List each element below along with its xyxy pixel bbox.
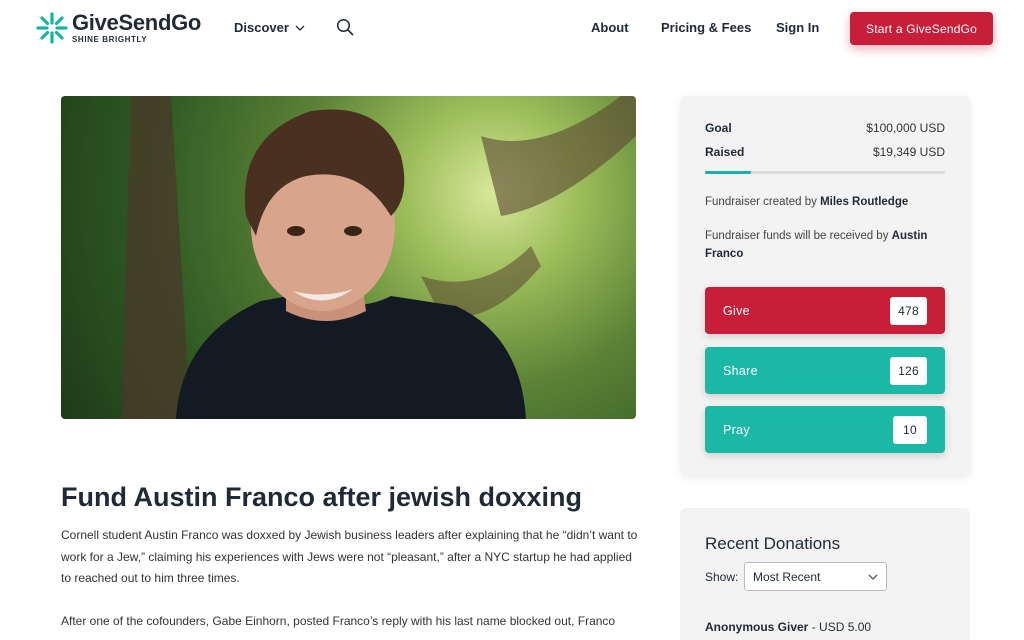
funding-progress-bar: [705, 171, 945, 174]
nav-pricing-fees[interactable]: Pricing & Fees: [661, 20, 751, 35]
campaign-photo: [61, 96, 636, 419]
nav-discover[interactable]: Discover: [234, 20, 305, 35]
goal-row: Goal $100,000 USD: [705, 121, 945, 135]
goal-value: $100,000 USD: [866, 121, 945, 135]
nav-sign-in[interactable]: Sign In: [776, 20, 819, 35]
raised-value: $19,349 USD: [872, 145, 945, 159]
give-label: Give: [723, 303, 750, 318]
raised-row: Raised $19,349 USD: [705, 145, 945, 159]
sort-selected-value: Most Recent: [753, 569, 821, 584]
donation-amount: - USD 5.00: [811, 620, 872, 634]
goal-label: Goal: [705, 121, 732, 135]
logo-name: GiveSendGo: [72, 10, 202, 35]
pray-label: Pray: [723, 422, 750, 437]
campaign-description: Cornell student Austin Franco was doxxed…: [61, 528, 638, 585]
chevron-down-icon: [295, 25, 305, 31]
givesendgo-logo[interactable]: GiveSendGo SHINE BRIGHTLY: [36, 12, 201, 44]
nav-about[interactable]: About: [591, 20, 629, 35]
give-button[interactable]: Give 478: [705, 287, 945, 334]
show-label: Show:: [705, 570, 739, 584]
donations-sort-select[interactable]: Most Recent: [744, 562, 887, 591]
nav-discover-label: Discover: [234, 20, 289, 35]
campaign-title: Fund Austin Franco after jewish doxxing: [61, 482, 583, 512]
funding-progress-fill: [705, 171, 752, 174]
fundraiser-recipient: Fundraiser funds will be received by Aus…: [705, 227, 945, 263]
site-header: GiveSendGo SHINE BRIGHTLY Discover About…: [0, 0, 1024, 58]
share-count: 126: [890, 356, 927, 385]
campaign-description-continued: After one of the cofounders, Gabe Einhor…: [61, 614, 616, 628]
portrait-image: [121, 96, 636, 419]
created-by-prefix: Fundraiser created by: [705, 196, 817, 208]
start-givesendgo-button[interactable]: Start a GiveSendGo: [850, 12, 993, 45]
chevron-down-icon: [868, 574, 878, 580]
pray-button[interactable]: Pray 10: [705, 406, 945, 453]
donation-item: Anonymous Giver - USD 5.00: [705, 620, 871, 634]
recent-donations-title: Recent Donations: [705, 534, 841, 553]
fundraiser-creator: Fundraiser created by Miles Routledge: [705, 193, 945, 211]
share-button[interactable]: Share 126: [705, 347, 945, 394]
share-label: Share: [723, 363, 758, 378]
pray-count: 10: [893, 415, 927, 444]
received-by-prefix: Fundraiser funds will be received by: [705, 230, 889, 242]
raised-label: Raised: [705, 145, 745, 159]
creator-name[interactable]: Miles Routledge: [820, 196, 908, 208]
logo-tagline: SHINE BRIGHTLY: [72, 35, 148, 44]
sparkle-logo-icon: [36, 12, 68, 44]
search-icon[interactable]: [336, 18, 354, 36]
give-count: 478: [890, 296, 927, 325]
donor-name: Anonymous Giver: [705, 620, 809, 634]
